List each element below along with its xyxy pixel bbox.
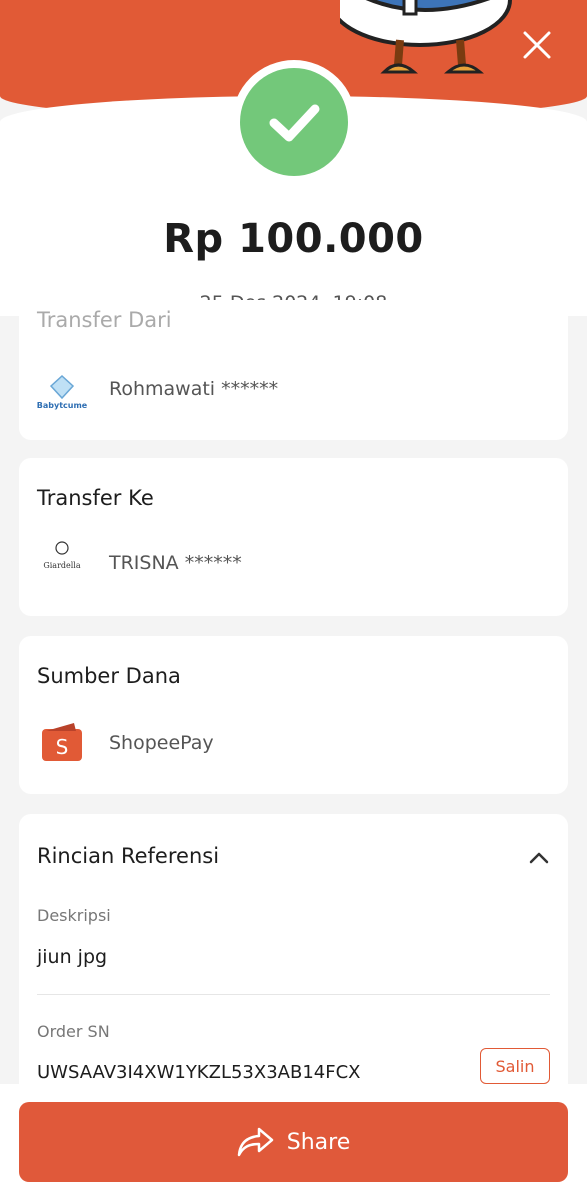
shopeepay-logo-letter: S — [56, 735, 69, 759]
description-value: jiun jpg — [37, 946, 108, 968]
transfer-to-card: Transfer Ke Giardella TRISNA ****** — [19, 458, 568, 616]
collapse-button[interactable] — [528, 850, 550, 869]
share-icon — [237, 1127, 273, 1157]
share-label: Share — [286, 1129, 351, 1155]
share-button[interactable]: Share — [19, 1102, 568, 1182]
fund-source-card: Sumber Dana S ShopeePay — [19, 636, 568, 794]
close-button[interactable] — [518, 26, 556, 64]
transfer-from-row: Babytcume Rohmawati ****** — [37, 364, 278, 414]
shopeepay-wallet-icon: S — [37, 718, 87, 768]
sender-logo: Babytcume — [37, 364, 87, 414]
fund-source-name: ShopeePay — [109, 732, 214, 754]
fund-source-row: S ShopeePay — [37, 718, 214, 768]
mascot-illustration — [340, 0, 512, 74]
transfer-to-row: Giardella TRISNA ****** — [37, 538, 242, 588]
transfer-from-card: Transfer Dari Babytcume Rohmawati ****** — [19, 300, 568, 440]
description-label: Deskripsi — [37, 906, 111, 925]
reference-details-card: Rincian Referensi Deskripsi jiun jpg Ord… — [19, 814, 568, 1104]
transfer-from-title: Transfer Dari — [37, 308, 172, 332]
copy-button[interactable]: Salin — [480, 1048, 550, 1084]
bottom-action-bar: Share — [0, 1084, 587, 1200]
divider — [37, 994, 550, 995]
recipient-logo-text: Giardella — [43, 561, 81, 570]
order-sn-label: Order SN — [37, 1022, 110, 1041]
close-icon — [523, 31, 551, 59]
check-icon — [269, 104, 320, 142]
recipient-name: TRISNA ****** — [109, 552, 242, 574]
success-badge — [232, 60, 356, 184]
reference-details-title: Rincian Referensi — [37, 844, 220, 868]
sender-name: Rohmawati ****** — [109, 378, 279, 400]
recipient-logo: Giardella — [37, 538, 87, 588]
transfer-amount: Rp 100.000 — [163, 216, 424, 262]
order-sn-value: UWSAAV3I4XW1YKZL53X3AB14FCX — [37, 1062, 361, 1083]
fund-source-title: Sumber Dana — [37, 664, 181, 688]
sender-logo-text: Babytcume — [37, 401, 87, 410]
transfer-to-title: Transfer Ke — [37, 486, 154, 510]
chevron-up-icon — [529, 852, 549, 864]
